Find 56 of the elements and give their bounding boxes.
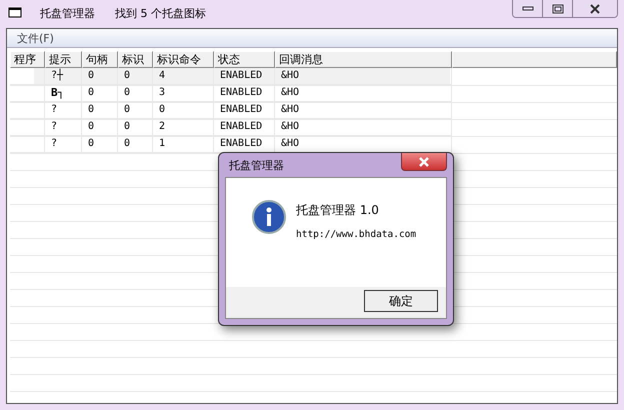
- table-cell: 0: [82, 119, 118, 136]
- table-row[interactable]: B┐ 0 0 3 ENABLED &HO: [10, 85, 617, 102]
- table-cell: 0: [118, 68, 153, 85]
- window-icon: [8, 6, 22, 18]
- window-title: 托盘管理器: [40, 6, 95, 21]
- table-cell: 3: [153, 85, 214, 102]
- column-header[interactable]: 状态: [214, 51, 275, 68]
- table-cell: [10, 68, 45, 85]
- url-text: http://www.bhdata.com: [296, 229, 416, 240]
- status-text: 找到 5 个托盘图标: [115, 6, 206, 21]
- column-header[interactable]: 回调消息: [275, 51, 452, 68]
- close-icon: [589, 4, 601, 14]
- table-cell: ENABLED: [214, 85, 275, 102]
- column-header[interactable]: 提示: [45, 51, 82, 68]
- table-cell: &HO: [275, 68, 452, 85]
- table-cell: 0: [118, 119, 153, 136]
- column-header[interactable]: 标识命令: [153, 51, 214, 68]
- table-cell: 0: [153, 102, 214, 119]
- table-cell: &HO: [275, 85, 452, 102]
- table-cell: ?: [45, 136, 82, 153]
- close-button[interactable]: [401, 153, 447, 171]
- minimize-button[interactable]: [513, 0, 543, 17]
- maximize-button[interactable]: [543, 0, 573, 17]
- table-cell: 0: [82, 68, 118, 85]
- table-cell: ?: [45, 102, 82, 119]
- table-cell: 2: [153, 119, 214, 136]
- table-cell: 1: [153, 136, 214, 153]
- close-icon: [418, 156, 430, 166]
- table-cell: 4: [153, 68, 214, 85]
- table-cell: 0: [118, 136, 153, 153]
- dialog-title: 托盘管理器: [229, 158, 284, 172]
- maximize-icon: [552, 4, 564, 14]
- table-cell: B┐: [45, 85, 82, 102]
- table-cell: 0: [82, 136, 118, 153]
- table-row[interactable]: ? 0 0 0 ENABLED &HO: [10, 102, 617, 119]
- close-button[interactable]: [573, 0, 617, 17]
- table-cell: ENABLED: [214, 102, 275, 119]
- table-cell: 0: [118, 102, 153, 119]
- table-cell: 0: [118, 85, 153, 102]
- table-cell: 0: [82, 85, 118, 102]
- table-cell: &HO: [275, 102, 452, 119]
- table-cell: ?┼: [45, 68, 82, 85]
- table-cell: ENABLED: [214, 119, 275, 136]
- dialog-message: 托盘管理器 1.0: [296, 202, 380, 219]
- table-cell: &HO: [275, 119, 452, 136]
- menu-item[interactable]: 文件(F): [13, 30, 58, 46]
- column-header[interactable]: 程序: [10, 51, 45, 68]
- table-cell: ENABLED: [214, 68, 275, 85]
- table-row[interactable]: ? 0 0 2 ENABLED &HO: [10, 119, 617, 136]
- column-header[interactable]: 句柄: [82, 51, 118, 68]
- minimize-icon: [522, 6, 534, 12]
- ok-button[interactable]: 确定: [364, 290, 438, 312]
- info-icon: [252, 200, 286, 234]
- table-cell: 0: [82, 102, 118, 119]
- column-header[interactable]: 标识: [118, 51, 153, 68]
- table-cell: ?: [45, 119, 82, 136]
